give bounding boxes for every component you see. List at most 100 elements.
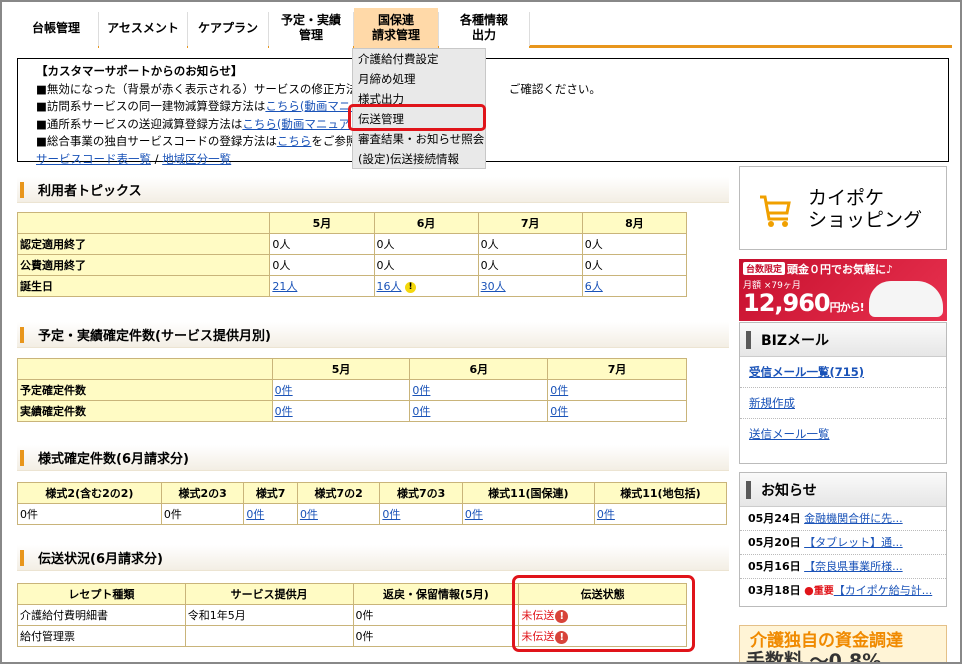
birthday-link[interactable]: 6人 (585, 280, 603, 293)
important-badge: 重要 (813, 586, 834, 597)
tab-careplan[interactable]: ケアプラン (188, 8, 268, 48)
section-marker (20, 181, 24, 198)
ad-subline: 手数料 〜0.8% (746, 650, 882, 664)
table-cell: 21人 (269, 275, 375, 297)
car-lease-banner[interactable]: 台数限定 頭金０円でお気軽に♪ 月額 ×79ヶ月 12,960円から! (739, 259, 947, 321)
forms-table: 様式2(含む2の2) 様式2の3 様式7 様式7の2 様式7の3 様式11(国保… (17, 482, 728, 525)
news-item: 03月18日 ●重要【カイポケ給与計... (740, 579, 946, 603)
birthday-link[interactable]: 21人 (272, 280, 297, 293)
count-link[interactable]: 0件 (300, 508, 318, 521)
table-cell: 0件 (352, 604, 520, 626)
table-header: サービス提供月 (184, 583, 354, 605)
row-label: 予定確定件数 (17, 379, 273, 401)
notice-text: ■訪問系サービスの同一建物減算登録方法は (36, 99, 266, 113)
table-header: 5月 (269, 212, 375, 234)
news-link[interactable]: 金融機関合併に先... (804, 512, 903, 525)
table-header-row: 5月 6月 7月 8月 (16, 212, 688, 234)
count-link[interactable]: 0件 (412, 405, 430, 418)
section-header-topics: 利用者トピックス (17, 177, 729, 203)
table-header: 様式7 (243, 482, 298, 504)
count-link[interactable]: 0件 (550, 405, 568, 418)
table-header: 5月 (271, 358, 411, 380)
table-row: 認定適用終了 0人 0人 0人 0人 (16, 233, 688, 255)
table-row: 予定確定件数 0件 0件 0件 (17, 379, 687, 401)
section-header-forms: 様式確定件数(6月請求分) (17, 445, 729, 471)
notice-link[interactable]: こちら(動画マニュア (242, 117, 350, 131)
main-nav: 台帳管理 アセスメント ケアプラン 予定・実績 管理 国保連 請求管理 各種情報… (14, 8, 952, 48)
news-link[interactable]: 【カイポケ給与計... (834, 584, 933, 597)
inbox-link[interactable]: 受信メール一覧(715) (749, 365, 864, 379)
table-cell: 0件 (296, 503, 381, 525)
table-cell: 0件 (271, 400, 411, 422)
table-header (17, 358, 273, 380)
panel-header: BIZメール (740, 323, 946, 357)
biz-mail-panel: BIZメール 受信メール一覧(715) 新規作成 送信メール一覧 (739, 322, 947, 464)
table-header: 6月 (373, 212, 479, 234)
tab-ledger[interactable]: 台帳管理 (14, 8, 98, 48)
table-cell: 0人 (581, 254, 688, 276)
table-cell: 0人 (477, 233, 583, 255)
count-link[interactable]: 0件 (275, 384, 293, 397)
list-item: 新規作成 (740, 388, 946, 419)
region-list-link[interactable]: 地域区分一覧 (162, 152, 231, 166)
section-title: 伝送状況(6月請求分) (38, 552, 163, 567)
table-cell: 0件 (461, 503, 595, 525)
compose-link[interactable]: 新規作成 (749, 396, 795, 410)
table-header: レセプト種類 (17, 583, 186, 605)
count-link[interactable]: 0件 (550, 384, 568, 397)
count-link[interactable]: 0件 (597, 508, 615, 521)
news-link[interactable]: 【奈良県事業所様... (804, 560, 903, 573)
table-cell: 0人 (373, 254, 479, 276)
count-link[interactable]: 0件 (382, 508, 400, 521)
count-link[interactable]: 0件 (275, 405, 293, 418)
row-label: 実績確定件数 (17, 400, 273, 422)
menu-item-monthly-close[interactable]: 月締め処理 (353, 69, 485, 89)
tab-schedule[interactable]: 予定・実績 管理 (269, 8, 353, 48)
notice-text: ■総合事業の独自サービスコードの登録方法は (36, 134, 277, 148)
table-cell: 0件 (243, 503, 298, 525)
count-link[interactable]: 0件 (412, 384, 430, 397)
panel-title: BIZメール (761, 332, 830, 349)
news-item: 05月16日 【奈良県事業所様... (740, 555, 946, 579)
plan-table: 5月 6月 7月 予定確定件数 0件 0件 0件 実績確定件数 0件 0件 0件 (17, 358, 687, 422)
table-cell: 0件 (547, 400, 687, 422)
table-cell: 0件 (271, 379, 411, 401)
promo-tag: 台数限定 (743, 262, 786, 275)
news-panel: お知らせ 05月24日 金融機関合併に先... 05月20日 【タブレット】通.… (739, 472, 947, 607)
shopping-banner[interactable]: カイポケ ショッピング (739, 166, 947, 250)
promo-price: 12,960円から! (743, 289, 865, 317)
table-cell: 0件 (409, 400, 549, 422)
section-title: 利用者トピックス (38, 184, 142, 199)
table-cell: 6人 (581, 275, 688, 297)
notice-text: をご参照 (311, 134, 358, 148)
menu-item-review-results[interactable]: 審査結果・お知らせ照会 (353, 129, 485, 149)
tab-info-output[interactable]: 各種情報 出力 (439, 8, 529, 48)
table-cell: 給付管理票 (17, 625, 186, 647)
shop-line: カイポケ (808, 187, 885, 209)
row-label: 誕生日 (16, 275, 271, 297)
tab-billing[interactable]: 国保連 請求管理 (354, 8, 438, 48)
birthday-link[interactable]: 16人 (377, 280, 402, 293)
count-link[interactable]: 0件 (246, 508, 264, 521)
menu-item-connection-settings[interactable]: (設定)伝送接続情報 (353, 149, 485, 169)
list-item: 受信メール一覧(715) (740, 357, 946, 388)
section-header-plan: 予定・実績確定件数(サービス提供月別) (17, 322, 729, 348)
birthday-link[interactable]: 30人 (481, 280, 506, 293)
table-cell: 令和1年5月 (184, 604, 354, 626)
table-header: 様式7の2 (296, 482, 381, 504)
funding-ad-banner[interactable]: 介護独自の資金調達 手数料 〜0.8% (739, 625, 947, 664)
news-item: 05月24日 金融機関合併に先... (740, 507, 946, 531)
table-cell: 0件 (352, 625, 520, 647)
service-code-list-link[interactable]: サービスコード表一覧 (36, 152, 151, 166)
notice-text: ■無効になった（背景が赤く表示される）サービスの修正方法は (36, 81, 369, 96)
count-link[interactable]: 0件 (465, 508, 483, 521)
tab-assessment[interactable]: アセスメント (99, 8, 187, 48)
sent-link[interactable]: 送信メール一覧 (749, 427, 830, 441)
promo-price-unit: 円から! (829, 301, 865, 314)
menu-item-benefit-settings[interactable]: 介護給付費設定 (353, 49, 485, 69)
panel-marker (746, 330, 751, 349)
notice-link[interactable]: こちら (277, 134, 312, 148)
highlight-box (512, 575, 695, 652)
news-link[interactable]: 【タブレット】通... (804, 536, 903, 549)
table-header: 8月 (581, 212, 688, 234)
